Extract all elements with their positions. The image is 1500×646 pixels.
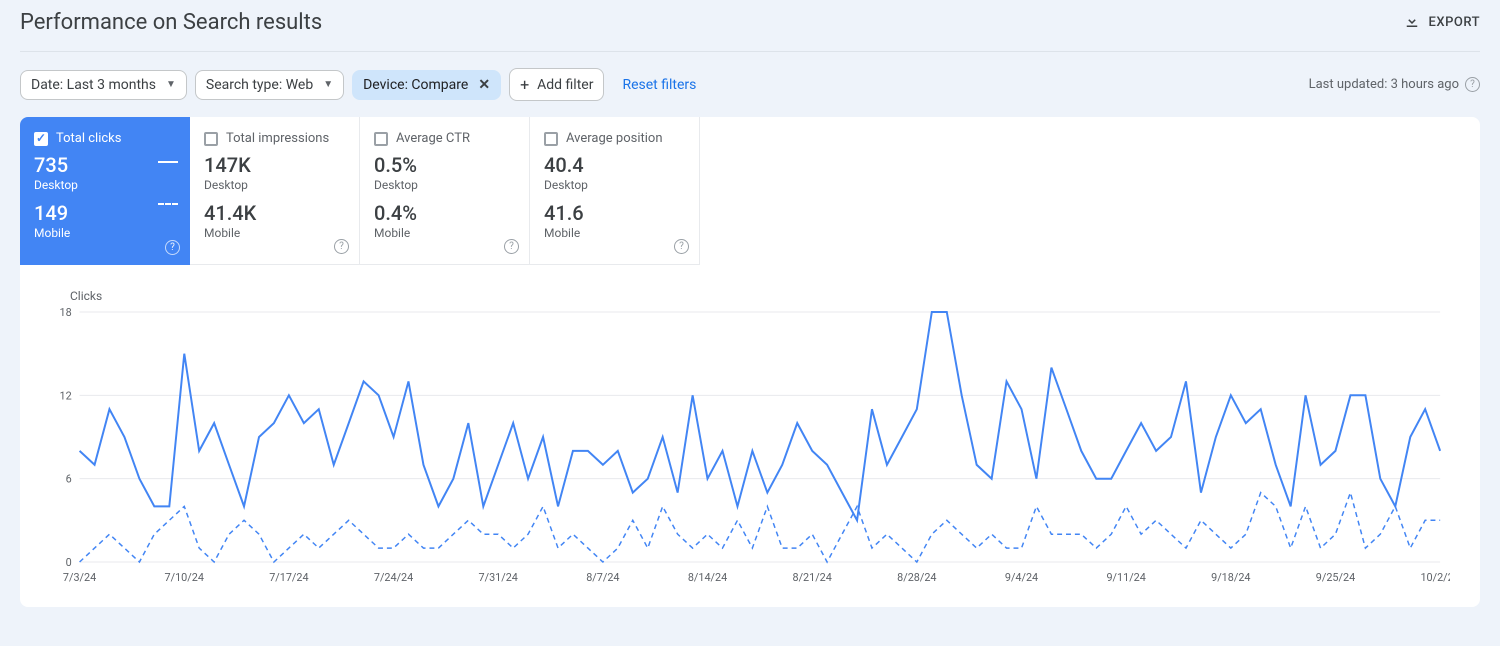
- svg-text:7/31/24: 7/31/24: [479, 571, 518, 584]
- svg-text:18: 18: [60, 307, 72, 319]
- metric-checkbox[interactable]: [374, 132, 388, 146]
- svg-text:12: 12: [60, 389, 72, 402]
- help-icon[interactable]: ?: [165, 240, 180, 255]
- metric-label: Total impressions: [226, 131, 329, 146]
- close-icon[interactable]: ✕: [478, 77, 490, 93]
- svg-text:0: 0: [66, 556, 72, 569]
- metric-tile-average-position[interactable]: Average position 40.4 Desktop 41.6 Mobil…: [530, 117, 700, 265]
- chart-area: Clicks 0 6 12 18 7/3/24 7/10/24 7/17/24 7/24/24…: [20, 265, 1480, 607]
- filter-chip-date[interactable]: Date: Last 3 months ▼: [20, 70, 187, 100]
- caret-down-icon: ▼: [166, 79, 176, 90]
- export-button[interactable]: EXPORT: [1403, 12, 1480, 34]
- filter-chip-search-type[interactable]: Search type: Web ▼: [195, 70, 344, 100]
- svg-text:10/2/24: 10/2/24: [1420, 571, 1450, 584]
- svg-text:9/4/24: 9/4/24: [1005, 571, 1038, 584]
- chart-y-axis-label: Clicks: [70, 289, 1450, 303]
- last-updated-text: Last updated: 3 hours ago: [1309, 77, 1459, 92]
- metric-sublabel-2: Mobile: [374, 226, 515, 240]
- svg-text:9/25/24: 9/25/24: [1316, 571, 1355, 584]
- svg-text:9/11/24: 9/11/24: [1106, 571, 1145, 584]
- metric-label: Average CTR: [396, 131, 470, 146]
- metric-value-2: 41.4K: [204, 202, 345, 224]
- add-filter-button[interactable]: + Add filter: [509, 68, 604, 101]
- metric-tile-total-clicks[interactable]: Total clicks 735 Desktop 149 Mobile ?: [20, 117, 190, 265]
- filter-device-label: Device: Compare: [363, 77, 468, 93]
- plus-icon: +: [520, 75, 529, 94]
- page-title: Performance on Search results: [20, 10, 322, 35]
- metric-value-2: 149: [34, 202, 176, 224]
- help-icon[interactable]: ?: [674, 239, 689, 254]
- metric-row: Total clicks 735 Desktop 149 Mobile ? To…: [20, 117, 1480, 265]
- clicks-line-chart: 0 6 12 18 7/3/24 7/10/24 7/17/24 7/24/24 7/31/24…: [50, 307, 1450, 587]
- performance-card: Total clicks 735 Desktop 149 Mobile ? To…: [20, 117, 1480, 607]
- metric-checkbox[interactable]: [204, 132, 218, 146]
- svg-text:8/28/24: 8/28/24: [897, 571, 936, 584]
- metric-sublabel-1: Desktop: [204, 178, 345, 192]
- metric-sublabel-2: Mobile: [34, 226, 176, 240]
- metric-sublabel-1: Desktop: [374, 178, 515, 192]
- filter-chip-device[interactable]: Device: Compare ✕: [352, 70, 501, 100]
- filter-search-type-label: Search type: Web: [206, 77, 313, 93]
- metric-tile-average-ctr[interactable]: Average CTR 0.5% Desktop 0.4% Mobile ?: [360, 117, 530, 265]
- metric-value-2: 41.6: [544, 202, 685, 224]
- metric-value-2: 0.4%: [374, 202, 515, 224]
- legend-solid-line-icon: [158, 161, 178, 163]
- svg-text:9/18/24: 9/18/24: [1211, 571, 1250, 584]
- svg-text:7/24/24: 7/24/24: [374, 571, 413, 584]
- svg-text:8/21/24: 8/21/24: [793, 571, 832, 584]
- metric-value-1: 40.4: [544, 154, 685, 176]
- add-filter-label: Add filter: [537, 77, 593, 93]
- metric-value-1: 735: [34, 154, 176, 176]
- svg-text:8/14/24: 8/14/24: [688, 571, 727, 584]
- metric-checkbox[interactable]: [34, 132, 48, 146]
- metric-value-1: 147K: [204, 154, 345, 176]
- metric-sublabel-2: Mobile: [204, 226, 345, 240]
- last-updated: Last updated: 3 hours ago ?: [1309, 77, 1480, 92]
- filter-date-label: Date: Last 3 months: [31, 77, 156, 93]
- metric-value-1: 0.5%: [374, 154, 515, 176]
- reset-filters-link[interactable]: Reset filters: [622, 77, 696, 93]
- help-icon[interactable]: ?: [504, 239, 519, 254]
- help-icon[interactable]: ?: [334, 239, 349, 254]
- metric-sublabel-1: Desktop: [34, 178, 176, 192]
- metric-label: Total clicks: [56, 131, 121, 146]
- metric-sublabel-1: Desktop: [544, 178, 685, 192]
- help-icon[interactable]: ?: [1465, 77, 1480, 92]
- caret-down-icon: ▼: [323, 79, 333, 90]
- metric-sublabel-2: Mobile: [544, 226, 685, 240]
- export-label: EXPORT: [1429, 15, 1480, 30]
- svg-text:7/3/24: 7/3/24: [63, 571, 96, 584]
- svg-text:8/7/24: 8/7/24: [586, 571, 619, 584]
- metric-checkbox[interactable]: [544, 132, 558, 146]
- download-icon: [1403, 12, 1421, 34]
- legend-dashed-line-icon: [158, 203, 178, 205]
- svg-text:7/10/24: 7/10/24: [165, 571, 204, 584]
- svg-text:6: 6: [66, 473, 72, 486]
- metric-tile-total-impressions[interactable]: Total impressions 147K Desktop 41.4K Mob…: [190, 117, 360, 265]
- metric-label: Average position: [566, 131, 663, 146]
- svg-text:7/17/24: 7/17/24: [269, 571, 308, 584]
